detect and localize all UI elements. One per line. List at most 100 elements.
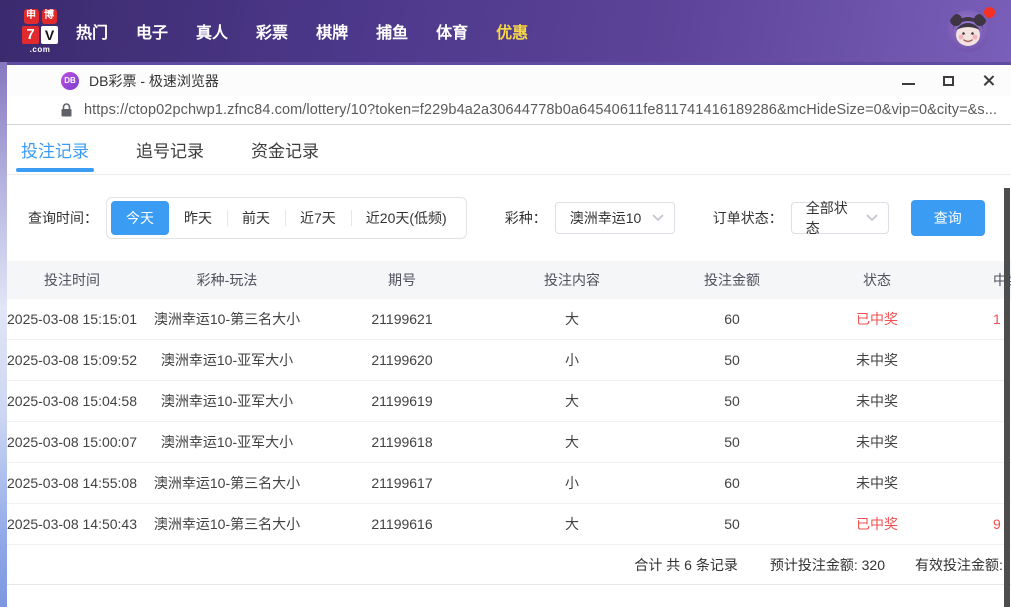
- time-option-今天[interactable]: 今天: [111, 201, 169, 235]
- lottery-filter-label: 彩种：: [504, 210, 547, 226]
- site-navbar: 申 博 7 V .com 热门 电子 真人 彩票 棋牌 捕鱼 体育 优惠: [0, 0, 1011, 62]
- lottery-select-value: 澳洲幸运10: [569, 210, 642, 226]
- table-cell: 21199619: [371, 393, 433, 409]
- logo-badge-2: 博: [41, 8, 57, 24]
- maximize-button[interactable]: [942, 74, 955, 87]
- record-tabs: 投注记录 追号记录 资金记录: [7, 125, 1011, 175]
- nav-item-棋牌[interactable]: 棋牌: [316, 19, 348, 43]
- table-cell: 9: [993, 516, 1001, 532]
- time-filter-label: 查询时间：: [28, 210, 98, 226]
- table-cell: 大: [565, 434, 579, 450]
- table-cell: 澳洲幸运10-第三名大小: [153, 311, 301, 327]
- minimize-button[interactable]: [902, 74, 915, 87]
- table-cell: 大: [565, 393, 579, 409]
- logo-v: V: [41, 25, 58, 44]
- column-header: 期号: [388, 272, 416, 288]
- expected-bet-amount: 预计投注金额: 320: [769, 556, 885, 573]
- order-status-value: 全部状态: [805, 200, 848, 236]
- table-cell: 50: [724, 393, 740, 409]
- table-row: 2025-03-08 15:09:52 澳洲幸运10-亚军大小 21199620 小 5…: [7, 340, 1011, 381]
- bet-records-table: 投注时间 彩种-玩法 期号 投注内容 投注金额 状态 中奖金额 2025-03-08 15:…: [7, 261, 1011, 585]
- table-cell: 60: [724, 311, 740, 327]
- table-cell: 21199618: [371, 434, 433, 450]
- lock-icon: [61, 103, 72, 117]
- table-cell: 未中奖: [856, 352, 898, 368]
- filter-bar: 查询时间： 今天 昨天 前天 近7天 近20天(低频) 彩种： 澳洲幸运10 订单状态：…: [7, 175, 1011, 239]
- table-cell: 2025-03-08 15:09:52: [7, 352, 137, 368]
- summary-row: 合计 共 6 条记录 预计投注金额: 320 有效投注金额:: [7, 545, 1011, 585]
- table-cell: 澳洲幸运10-第三名大小: [153, 516, 301, 532]
- table-cell: 2025-03-08 15:15:01: [7, 311, 137, 327]
- maximize-icon: [943, 75, 954, 86]
- table-body: 2025-03-08 15:15:01 澳洲幸运10-第三名大小 21199621 大…: [7, 299, 1011, 545]
- close-button[interactable]: [982, 74, 995, 87]
- time-option-昨天[interactable]: 昨天: [169, 201, 227, 235]
- nav-item-捕鱼[interactable]: 捕鱼: [376, 19, 408, 43]
- table-cell: 已中奖: [856, 516, 898, 532]
- nav-item-体育[interactable]: 体育: [436, 19, 468, 43]
- address-bar[interactable]: https://ctop02pchwp1.zfnc84.com/lottery/…: [7, 96, 1011, 125]
- column-header: 投注内容: [544, 272, 600, 288]
- table-cell: 50: [724, 434, 740, 450]
- order-status-select[interactable]: 全部状态: [790, 200, 889, 236]
- status-filter-label: 订单状态：: [712, 210, 783, 226]
- table-cell: 澳洲幸运10-亚军大小: [160, 393, 294, 409]
- browser-favicon: DB: [61, 71, 79, 90]
- table-cell: 2025-03-08 14:55:08: [7, 475, 137, 491]
- tab-资金记录[interactable]: 资金记录: [251, 125, 319, 174]
- table-cell: 已中奖: [856, 311, 898, 327]
- valid-bet-amount: 有效投注金额:: [915, 556, 1003, 573]
- avatar-image: [947, 10, 989, 52]
- window-titlebar: DB DB彩票 - 极速浏览器: [7, 62, 1011, 96]
- time-filter-group: 今天 昨天 前天 近7天 近20天(低频): [106, 197, 467, 239]
- table-cell: 21199617: [371, 475, 433, 491]
- site-nav-menu: 热门 电子 真人 彩票 棋牌 捕鱼 体育 优惠: [76, 19, 528, 43]
- nav-item-优惠[interactable]: 优惠: [496, 19, 528, 43]
- time-option-前天[interactable]: 前天: [227, 201, 285, 235]
- table-cell: 未中奖: [856, 434, 898, 450]
- time-option-近7天[interactable]: 近7天: [285, 201, 351, 235]
- table-row: 2025-03-08 14:55:08 澳洲幸运10-第三名大小 21199617 小…: [7, 463, 1011, 504]
- time-option-近20天(低频)[interactable]: 近20天(低频): [350, 201, 462, 235]
- column-header: 彩种-玩法: [196, 272, 258, 288]
- column-header: 投注金额: [704, 272, 760, 288]
- table-cell: 小: [565, 475, 579, 491]
- table-cell: 2025-03-08 14:50:43: [7, 516, 137, 532]
- table-row: 2025-03-08 15:00:07 澳洲幸运10-亚军大小 21199618 大 5…: [7, 422, 1011, 463]
- column-header: 中奖金额: [993, 272, 1011, 288]
- site-logo[interactable]: 申 博 7 V .com: [22, 8, 58, 54]
- url-text: https://ctop02pchwp1.zfnc84.com/lottery/…: [84, 102, 998, 118]
- nav-item-热门[interactable]: 热门: [76, 19, 108, 43]
- table-cell: 大: [565, 311, 579, 327]
- table-cell: 50: [724, 352, 740, 368]
- table-cell: 大: [565, 516, 579, 532]
- logo-7: 7: [22, 25, 39, 44]
- logo-com: .com: [29, 44, 51, 54]
- desktop-edge-strip: [0, 62, 7, 607]
- tab-追号记录[interactable]: 追号记录: [136, 125, 204, 174]
- search-button[interactable]: 查询: [910, 200, 985, 236]
- page-content: 投注记录 追号记录 资金记录 查询时间： 今天 昨天 前天 近7天 近20天(低频) 彩种：…: [7, 125, 1011, 585]
- window-title: DB彩票 - 极速浏览器: [89, 72, 219, 89]
- table-cell: 小: [565, 352, 579, 368]
- table-row: 2025-03-08 15:04:58 澳洲幸运10-亚军大小 21199619 大 5…: [7, 381, 1011, 422]
- user-avatar[interactable]: [947, 7, 995, 52]
- column-header: 状态: [863, 272, 891, 288]
- nav-item-电子[interactable]: 电子: [136, 19, 168, 43]
- table-cell: 2025-03-08 15:04:58: [7, 393, 137, 409]
- lottery-select[interactable]: 澳洲幸运10: [554, 202, 675, 234]
- tab-投注记录[interactable]: 投注记录: [16, 125, 94, 174]
- nav-item-真人[interactable]: 真人: [196, 19, 228, 43]
- table-row: 2025-03-08 14:50:43 澳洲幸运10-第三名大小 21199616 大…: [7, 504, 1011, 545]
- vertical-scrollbar[interactable]: [1004, 188, 1010, 607]
- table-row: 2025-03-08 15:15:01 澳洲幸运10-第三名大小 21199621 大…: [7, 299, 1011, 340]
- logo-badges: 申 博: [23, 8, 57, 24]
- logo-7v: 7 V: [22, 25, 58, 44]
- browser-window: DB DB彩票 - 极速浏览器 https://ctop02pchwp1.zfn…: [7, 62, 1011, 607]
- table-cell: 60: [724, 475, 740, 491]
- column-header: 投注时间: [44, 272, 100, 288]
- nav-item-彩票[interactable]: 彩票: [256, 19, 288, 43]
- table-cell: 21199621: [371, 311, 433, 327]
- table-cell: 1: [993, 311, 1001, 327]
- table-cell: 未中奖: [856, 475, 898, 491]
